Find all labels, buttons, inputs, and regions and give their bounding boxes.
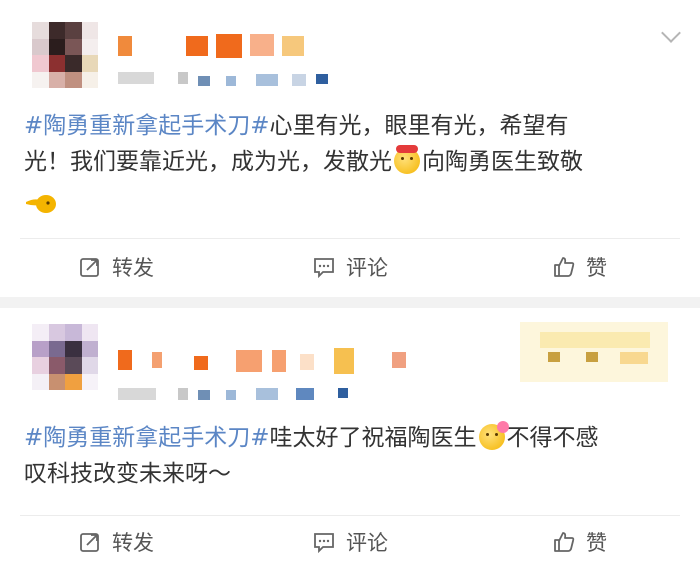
repost-label: 转发 xyxy=(112,256,154,280)
repost-button[interactable]: 转发 xyxy=(78,247,154,287)
repost-label: 转发 xyxy=(112,531,154,555)
hand-emoji-icon xyxy=(24,192,58,214)
comment-label: 评论 xyxy=(346,531,388,555)
like-label: 赞 xyxy=(586,531,607,555)
post-text: #陶勇重新拿起手术刀#哇太好了祝福陶医生 不得不感 叹科技改变未来呀～ xyxy=(24,420,674,492)
chevron-down-icon[interactable] xyxy=(661,23,681,43)
repost-icon xyxy=(78,255,102,279)
topic-link[interactable]: #陶勇重新拿起手术刀# xyxy=(24,425,270,451)
flower-smile-emoji-icon xyxy=(478,421,509,450)
action-bar: 转发 评论 赞 xyxy=(0,522,700,562)
weibo-feed: #陶勇重新拿起手术刀#心里有光，眼里有光，希望有 光！我们要靠近光，成为光，发散… xyxy=(0,0,700,573)
repost-button[interactable]: 转发 xyxy=(78,522,154,562)
like-label: 赞 xyxy=(586,256,607,280)
action-bar: 转发 评论 赞 xyxy=(0,247,700,287)
like-button[interactable]: 赞 xyxy=(552,522,607,562)
like-button[interactable]: 赞 xyxy=(552,247,607,287)
comment-button[interactable]: 评论 xyxy=(312,247,388,287)
topic-link[interactable]: #陶勇重新拿起手术刀# xyxy=(24,113,270,139)
celebrate-emoji-icon xyxy=(394,145,420,174)
comment-label: 评论 xyxy=(346,256,388,280)
thumbs-up-icon xyxy=(552,530,576,554)
post-text-line1-end: 不得不感 xyxy=(506,425,599,451)
comment-icon xyxy=(312,530,336,554)
repost-icon xyxy=(78,530,102,554)
post-text-line1: 心里有光，眼里有光，希望有 xyxy=(269,113,569,139)
user-avatar-blurred[interactable] xyxy=(32,22,98,88)
comment-button[interactable]: 评论 xyxy=(312,522,388,562)
divider xyxy=(20,238,680,239)
thumbs-up-icon xyxy=(552,255,576,279)
user-avatar-blurred[interactable] xyxy=(32,324,98,390)
post-text: #陶勇重新拿起手术刀#心里有光，眼里有光，希望有 光！我们要靠近光，成为光，发散… xyxy=(24,108,674,180)
comment-icon xyxy=(312,255,336,279)
post-card-2: #陶勇重新拿起手术刀#哇太好了祝福陶医生 不得不感 叹科技改变未来呀～ 转发 评论 xyxy=(0,308,700,573)
post-text-line2-end: 向陶勇医生致敬 xyxy=(422,149,583,175)
post-card-1: #陶勇重新拿起手术刀#心里有光，眼里有光，希望有 光！我们要靠近光，成为光，发散… xyxy=(0,0,700,297)
post-text-line1: 哇太好了祝福陶医生 xyxy=(269,425,477,451)
post-text-line2: 叹科技改变未来呀～ xyxy=(24,461,231,487)
post-text-line2: 光！我们要靠近光，成为光，发散光 xyxy=(24,149,392,175)
divider xyxy=(20,515,680,516)
